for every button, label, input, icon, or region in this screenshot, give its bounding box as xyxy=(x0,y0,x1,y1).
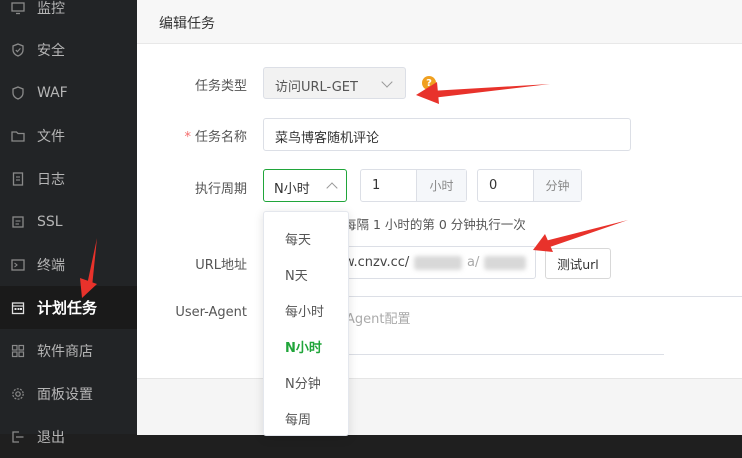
sidebar-item-logs[interactable]: 日志 xyxy=(0,157,137,200)
gear-icon xyxy=(11,387,25,401)
dropdown-option-n-days[interactable]: N天 xyxy=(264,256,348,292)
sidebar-item-label: 安全 xyxy=(37,42,65,59)
user-agent-placeholder[interactable]: Agent配置 xyxy=(346,308,410,327)
task-type-label: 任务类型 xyxy=(194,79,247,94)
sidebar-item-settings[interactable]: 面板设置 xyxy=(0,372,137,415)
user-agent-border xyxy=(344,296,742,297)
chevron-up-icon xyxy=(326,182,338,194)
hours-value: 1 xyxy=(372,178,381,193)
waf-icon xyxy=(11,85,25,100)
sidebar-item-files[interactable]: 文件 xyxy=(0,114,137,157)
sidebar-item-label: 日志 xyxy=(37,171,65,188)
sidebar-item-label: SSL xyxy=(37,213,63,230)
folder-icon xyxy=(11,129,25,143)
task-name-value: 菜鸟博客随机评论 xyxy=(275,131,380,146)
url-value-tail: a/ xyxy=(467,255,480,270)
sidebar-item-label: 计划任务 xyxy=(37,299,98,317)
task-name-label-text: 任务名称 xyxy=(194,130,247,145)
cycle-label: 执行周期 xyxy=(194,182,247,197)
redaction-blur xyxy=(414,256,462,270)
sidebar-item-store[interactable]: 软件商店 xyxy=(0,329,137,372)
chevron-down-icon xyxy=(381,76,393,88)
sidebar-item-label: 监控 xyxy=(37,0,65,17)
help-icon[interactable]: ? xyxy=(422,76,436,90)
user-agent-border-bottom xyxy=(344,354,664,355)
logout-icon xyxy=(11,430,25,444)
sidebar-item-waf[interactable]: WAF xyxy=(0,71,137,114)
ssl-icon xyxy=(11,215,25,229)
minutes-value: 0 xyxy=(489,178,498,193)
grid-icon xyxy=(11,344,25,358)
hours-input[interactable]: 1 小时 xyxy=(360,169,467,202)
edit-task-dialog: 编辑任务 任务类型 访问URL-GET ? * 任务名称 菜鸟博客随机评论 执行周… xyxy=(137,0,742,435)
calendar-icon xyxy=(11,301,25,315)
url-label: URL地址 xyxy=(195,258,247,273)
sidebar-item-security[interactable]: 安全 xyxy=(0,28,137,71)
required-mark: * xyxy=(184,130,191,145)
terminal-icon xyxy=(11,258,25,272)
dropdown-option-n-minutes[interactable]: N分钟 xyxy=(264,364,348,400)
sidebar-item-terminal[interactable]: 终端 xyxy=(0,243,137,286)
cycle-value: N小时 xyxy=(274,182,310,197)
dialog-footer xyxy=(137,378,742,435)
url-input[interactable]: w.cnzv.cc/ a/ xyxy=(333,246,536,279)
dropdown-option-n-hours[interactable]: N小时 xyxy=(264,328,348,364)
cycle-select[interactable]: N小时 xyxy=(263,169,347,202)
monitor-icon xyxy=(11,1,25,15)
dropdown-option-daily[interactable]: 每天 xyxy=(264,220,348,256)
sidebar-item-monitor[interactable]: 监控 xyxy=(0,0,137,29)
cycle-hint: 每隔 1 小时的第 0 分钟执行一次 xyxy=(344,217,526,232)
sidebar-item-label: 面板设置 xyxy=(37,386,93,403)
user-agent-label: User-Agent xyxy=(175,305,247,320)
sidebar-item-label: 软件商店 xyxy=(37,343,93,360)
sidebar: 监控 安全 WAF 文件 日志 SSL 终端 计划任务 软件商店 面板设置 退出 xyxy=(0,0,137,446)
dialog-title: 编辑任务 xyxy=(159,16,215,32)
sidebar-item-label: 终端 xyxy=(37,257,65,274)
sidebar-item-label: WAF xyxy=(37,84,68,101)
dialog-header: 编辑任务 xyxy=(137,0,742,44)
task-type-select[interactable]: 访问URL-GET xyxy=(263,67,406,99)
url-value: w.cnzv.cc/ xyxy=(344,255,410,270)
cycle-dropdown: 每天 N天 每小时 N小时 N分钟 每周 xyxy=(263,211,349,436)
redaction-blur xyxy=(484,256,526,270)
shield-icon xyxy=(11,42,25,57)
sidebar-item-label: 退出 xyxy=(37,429,65,446)
hours-unit: 小时 xyxy=(416,170,466,201)
minutes-input[interactable]: 0 分钟 xyxy=(477,169,582,202)
task-name-input[interactable]: 菜鸟博客随机评论 xyxy=(263,118,631,151)
sidebar-item-ssl[interactable]: SSL xyxy=(0,200,137,243)
log-icon xyxy=(11,171,25,186)
sidebar-item-cron[interactable]: 计划任务 xyxy=(0,286,137,329)
sidebar-item-logout[interactable]: 退出 xyxy=(0,415,137,458)
test-url-button[interactable]: 测试url xyxy=(545,248,611,279)
task-name-label: * 任务名称 xyxy=(137,126,247,145)
sidebar-item-label: 文件 xyxy=(37,128,65,145)
dropdown-option-weekly[interactable]: 每周 xyxy=(264,400,348,435)
task-type-value: 访问URL-GET xyxy=(275,80,358,95)
dropdown-option-hourly[interactable]: 每小时 xyxy=(264,292,348,328)
minutes-unit: 分钟 xyxy=(533,170,581,201)
